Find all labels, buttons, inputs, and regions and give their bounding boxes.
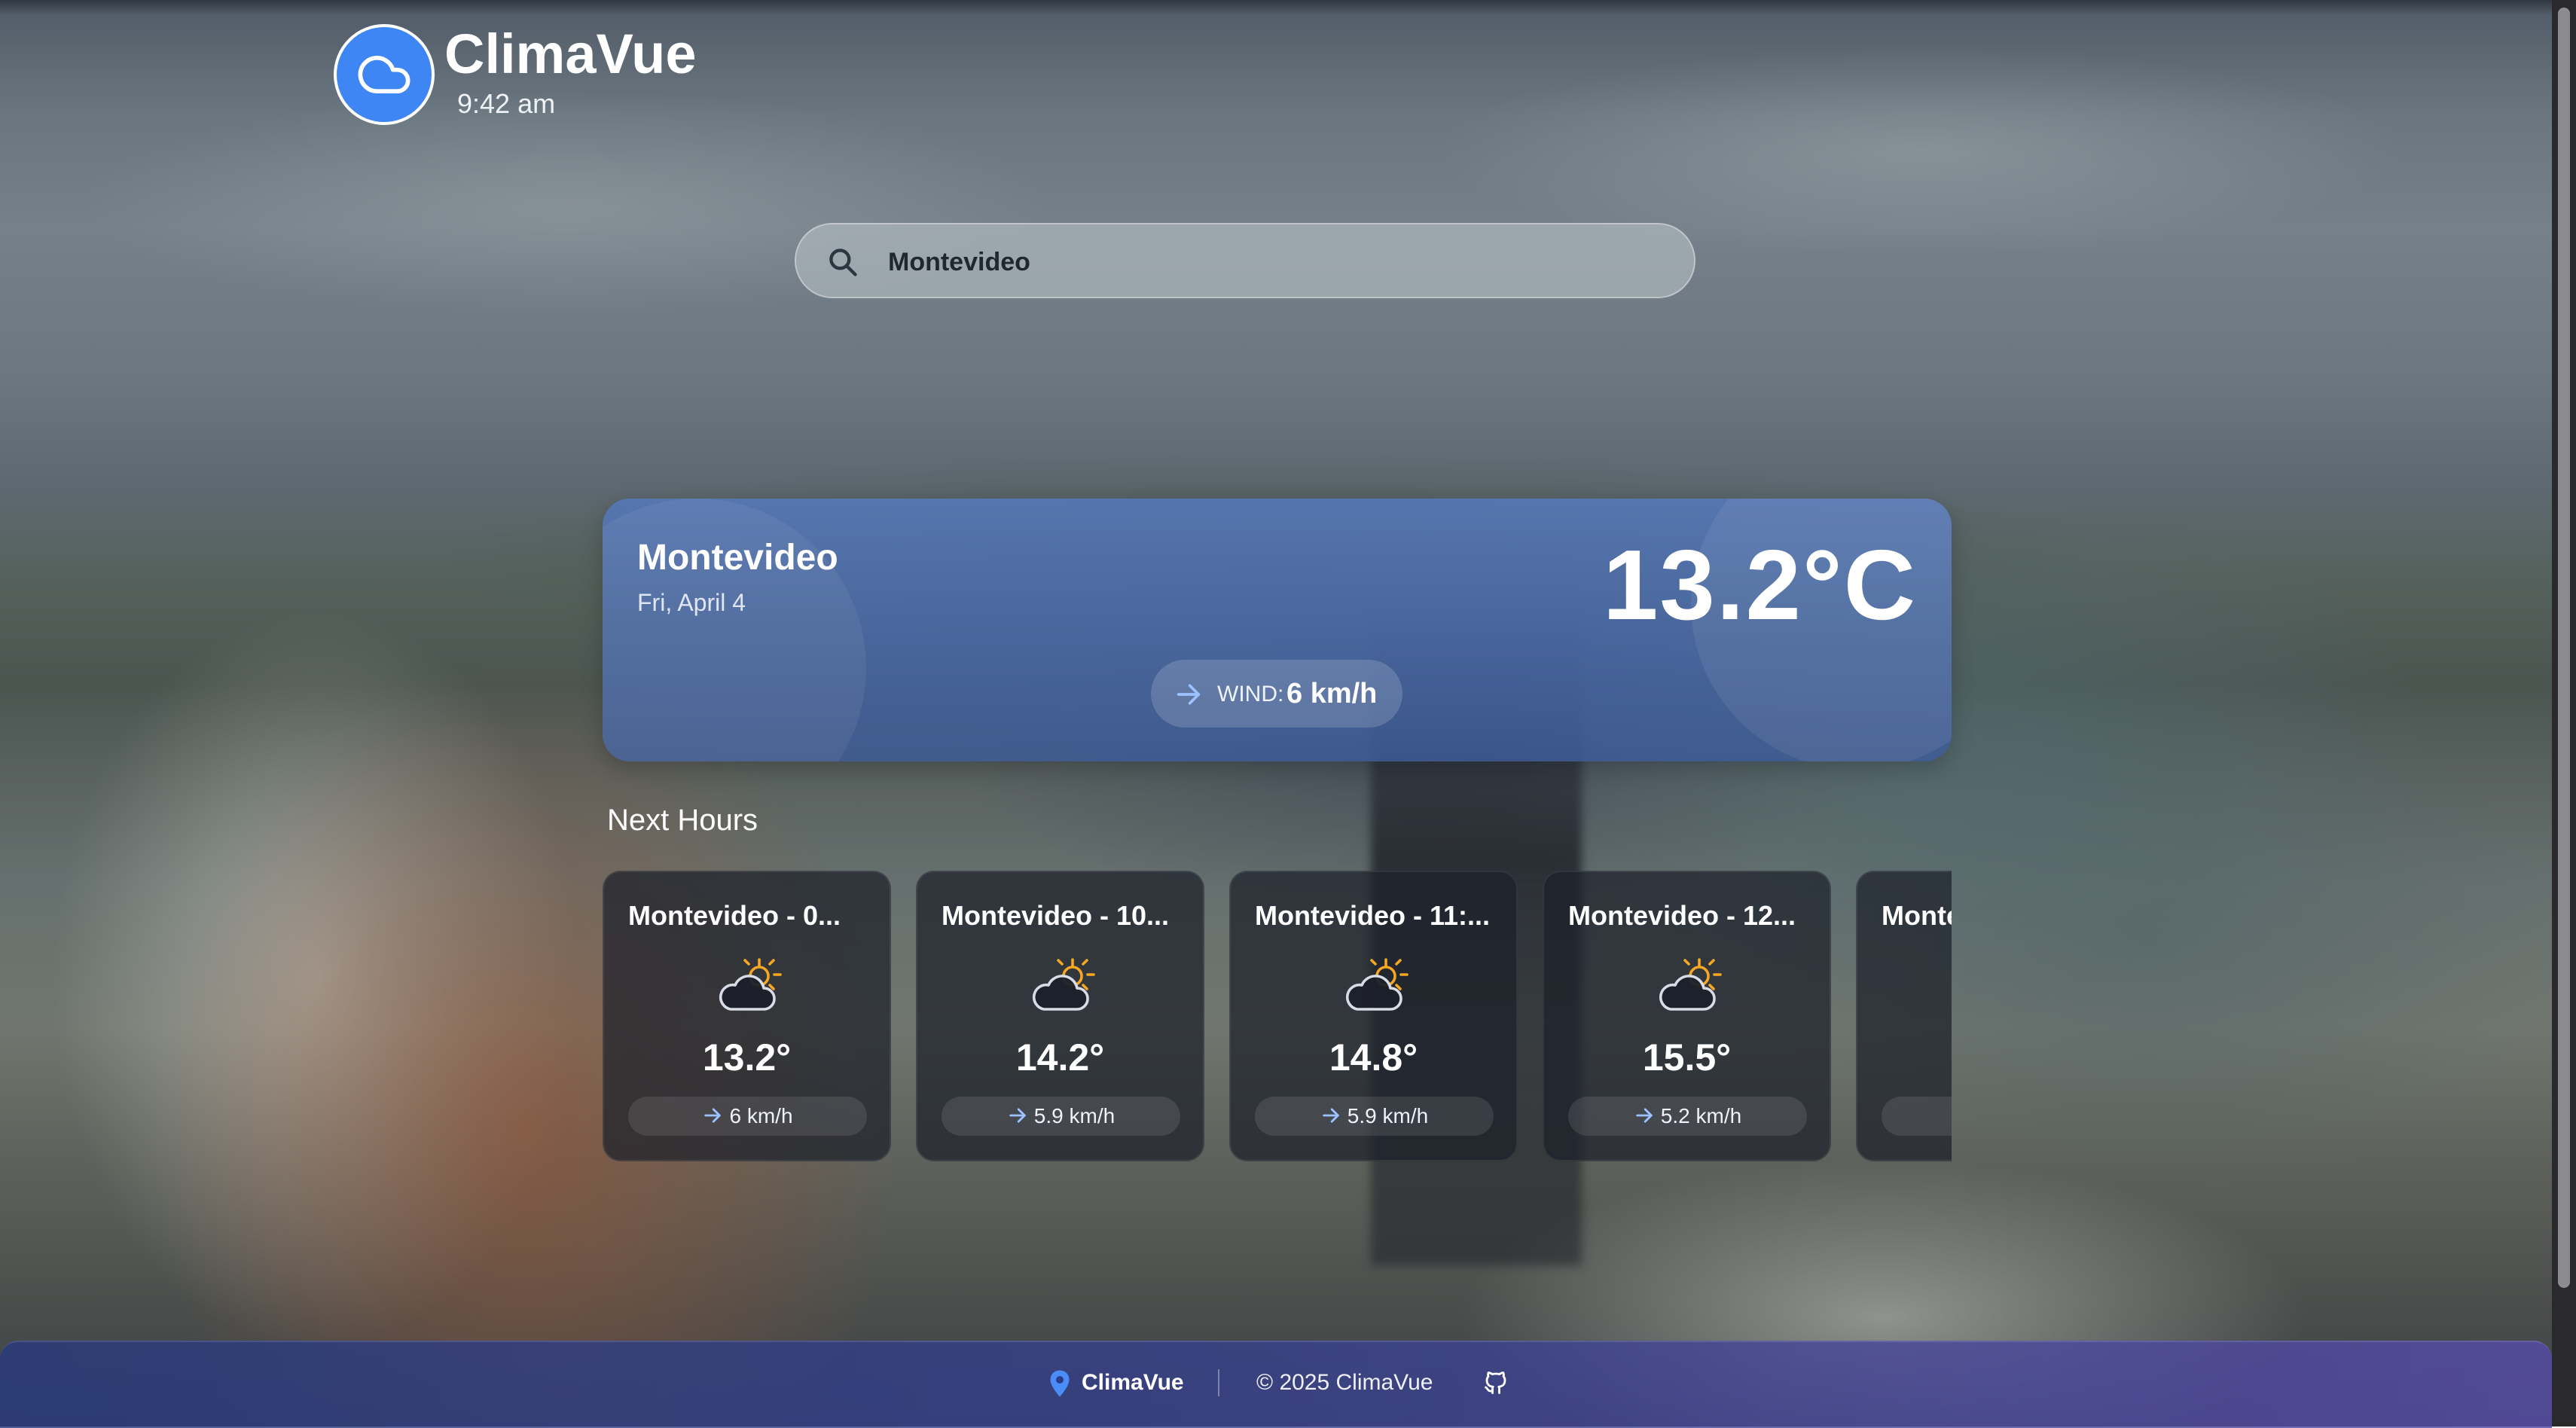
wind-label: WIND: (1217, 682, 1284, 706)
arrow-right-icon (704, 1108, 722, 1123)
app-logo (334, 24, 435, 125)
hour-card-wind: 5.9 km/h (1255, 1097, 1494, 1136)
hour-card-title: Montevideo - 0... (628, 900, 841, 931)
hour-card-title: Montevideo - 10... (942, 900, 1170, 931)
app-title: ClimaVue (444, 23, 697, 85)
next-hours-title: Next Hours (607, 804, 758, 837)
current-date: Fri, April 4 (637, 589, 746, 616)
scrollbar-thumb[interactable] (2558, 8, 2570, 1288)
wind-badge: WIND: 6 km/h (1151, 660, 1402, 728)
hour-card-wind: 5.2 km/h (1568, 1097, 1807, 1136)
hour-card-title: Montevideo - 12... (1568, 900, 1796, 931)
cloud-icon (358, 56, 411, 94)
wind-value: 6 km/h (1286, 678, 1378, 709)
hour-card-temperature: 13.2° (702, 1036, 792, 1079)
hour-card-wind-value: 5.9 km/h (1033, 1104, 1116, 1127)
next-hours-carousel[interactable]: Montevideo - 0... 13.2° 6 km/h Montevide… (603, 871, 1952, 1164)
hour-card-wind-value: 5.2 km/h (1660, 1104, 1742, 1127)
footer-copyright: © 2025 ClimaVue (1256, 1370, 1433, 1395)
partly-cloudy-icon (719, 958, 782, 1011)
page-scrollbar[interactable] (2552, 0, 2576, 1426)
hour-card-wind-value: 5.9 km/h (1347, 1104, 1429, 1127)
partly-cloudy-icon (1032, 958, 1095, 1011)
arrow-right-icon (1009, 1108, 1026, 1123)
search-icon (829, 249, 857, 276)
arrow-right-icon (1636, 1108, 1653, 1123)
hour-card-wind: 6 km/h (628, 1097, 867, 1136)
current-time: 9:42 am (457, 88, 556, 119)
github-icon[interactable] (1482, 1369, 1509, 1396)
hour-card-title: Montevideo - 11:... (1255, 900, 1491, 931)
hour-card[interactable]: Montevideo - 10... 14.2° 5.9 km/h (916, 871, 1204, 1161)
hour-card-temperature: 14.8° (1329, 1036, 1418, 1079)
city-name: Montevideo (637, 538, 838, 578)
arrow-right-icon (1177, 684, 1201, 705)
partly-cloudy-icon (1659, 958, 1722, 1011)
search-input[interactable] (887, 240, 1673, 285)
partly-cloudy-icon (1345, 958, 1409, 1011)
arrow-right-icon (1323, 1108, 1339, 1123)
search-bar[interactable] (795, 223, 1695, 298)
hour-card-temperature: 15.5° (1642, 1036, 1732, 1079)
footer: ClimaVue © 2025 ClimaVue (0, 1341, 2552, 1428)
hour-card[interactable]: Montevideo - 11:... 14.8° 5.9 km/h (1229, 871, 1518, 1161)
hour-card-title: Montevideo (1882, 900, 1952, 931)
hour-card[interactable]: Montevideo - 0... 13.2° 6 km/h (603, 871, 891, 1161)
hour-card-temperature: 14.2° (1015, 1036, 1105, 1079)
hour-card[interactable]: Montevideo (1856, 871, 1952, 1161)
hour-card-wind (1882, 1097, 1952, 1136)
hour-card-wind: 5.9 km/h (942, 1097, 1180, 1136)
map-pin-icon (1050, 1370, 1070, 1397)
hour-card[interactable]: Montevideo - 12... 15.5° 5.2 km/h (1543, 871, 1831, 1161)
hour-card-wind-value: 6 km/h (729, 1104, 793, 1127)
footer-divider (1218, 1369, 1219, 1396)
current-weather-card: Montevideo Fri, April 4 13.2°C WIND: 6 k… (603, 499, 1952, 761)
current-temperature: 13.2°C (1602, 529, 1917, 640)
footer-brand[interactable]: ClimaVue (1082, 1368, 1184, 1398)
